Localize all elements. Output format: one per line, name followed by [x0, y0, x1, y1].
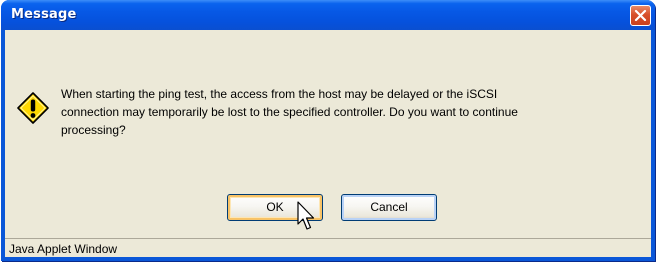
- dialog-body: When starting the ping test, the access …: [5, 30, 651, 257]
- warning-icon: [17, 92, 49, 124]
- mouse-pointer-icon: [297, 201, 315, 230]
- status-text: Java Applet Window: [9, 242, 118, 256]
- status-bar: Java Applet Window: [5, 238, 651, 257]
- window-title: Message: [11, 7, 77, 22]
- message-dialog-window: Message When starting the ping test, the…: [1, 0, 655, 261]
- close-button[interactable]: [630, 5, 651, 26]
- message-line: When starting the ping test, the access …: [61, 87, 498, 101]
- close-icon: [634, 9, 647, 22]
- message-line: processing?: [61, 123, 126, 137]
- message-line: connection may temporarily be lost to th…: [61, 105, 518, 119]
- title-bar[interactable]: Message: [1, 0, 655, 30]
- cancel-button[interactable]: Cancel: [341, 194, 437, 221]
- dialog-message: When starting the ping test, the access …: [61, 85, 641, 139]
